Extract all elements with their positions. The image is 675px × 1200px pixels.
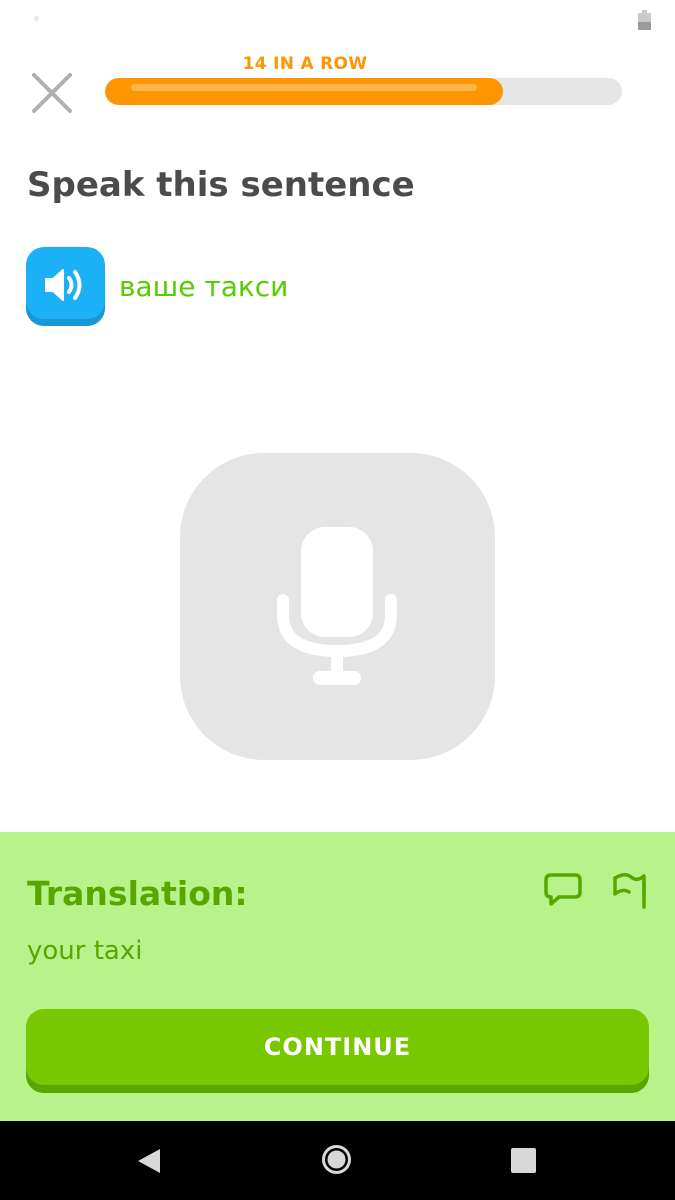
play-audio-button[interactable] bbox=[26, 247, 105, 326]
microphone-icon bbox=[277, 527, 397, 685]
close-button[interactable] bbox=[28, 69, 76, 117]
recents-icon[interactable] bbox=[511, 1148, 536, 1173]
target-sentence: ваше такси bbox=[119, 270, 289, 303]
streak-label: 14 IN A ROW bbox=[242, 54, 368, 74]
close-icon bbox=[32, 73, 72, 113]
microphone-button[interactable] bbox=[180, 453, 495, 760]
flag-icon[interactable] bbox=[611, 870, 647, 910]
progress-bar bbox=[105, 78, 622, 105]
challenge-prompt: Speak this sentence bbox=[27, 165, 415, 205]
feedback-panel: Translation: your taxi CONTINUE bbox=[0, 832, 675, 1122]
system-nav-bar bbox=[0, 1121, 675, 1200]
home-icon[interactable] bbox=[321, 1144, 352, 1179]
translation-text: your taxi bbox=[27, 936, 143, 966]
progress-highlight bbox=[131, 84, 478, 91]
progress-fill bbox=[105, 78, 504, 105]
status-bar bbox=[0, 0, 675, 40]
battery-icon bbox=[638, 10, 651, 30]
comment-icon[interactable] bbox=[543, 872, 583, 908]
continue-button[interactable]: CONTINUE bbox=[26, 1009, 649, 1093]
notification-dot bbox=[34, 16, 39, 21]
feedback-title: Translation: bbox=[27, 874, 248, 913]
speaker-icon bbox=[45, 269, 82, 301]
back-icon[interactable] bbox=[136, 1147, 162, 1179]
